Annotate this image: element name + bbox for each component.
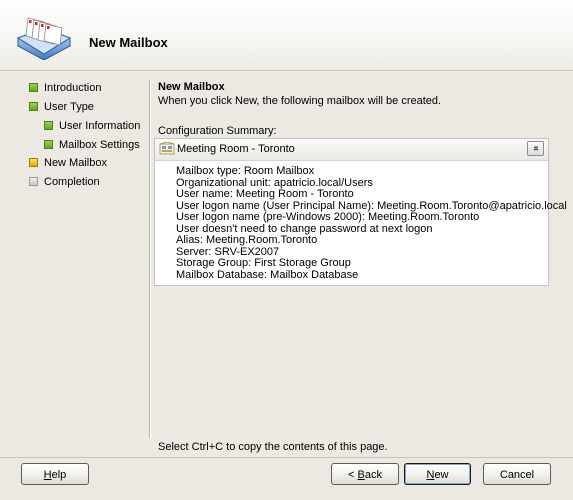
nav-divider-highlight — [150, 80, 151, 438]
back-accel: B — [357, 469, 365, 481]
wizard-header: New Mailbox — [0, 0, 573, 71]
back-label: ack — [364, 469, 382, 481]
page-content: New Mailbox When you click New, the foll… — [158, 81, 553, 108]
help-label: elp — [51, 469, 67, 481]
cancel-button[interactable]: Cancel — [483, 463, 551, 485]
config-summary-panel[interactable]: Meeting Room - Toronto » Mailbox type: R… — [154, 138, 567, 286]
mailbox-stack-icon — [16, 17, 72, 60]
chevron-up-icon: » — [530, 145, 541, 152]
summary-line: Mailbox type: Room Mailbox — [176, 165, 315, 177]
step-label: Completion — [44, 176, 100, 188]
step-label: Introduction — [44, 82, 102, 94]
step-complete-icon — [44, 140, 53, 149]
back-button[interactable]: < Back — [331, 463, 399, 485]
new-label: ew — [434, 469, 449, 481]
summary-line: Alias: Meeting.Room.Toronto — [176, 234, 318, 246]
collapse-button[interactable]: » — [527, 141, 544, 156]
step-completion[interactable]: Completion — [29, 174, 100, 190]
new-button[interactable]: New — [404, 463, 471, 485]
page-title: New Mailbox — [158, 81, 225, 93]
step-mailbox-settings[interactable]: Mailbox Settings — [44, 137, 140, 153]
step-label: User Type — [44, 101, 94, 113]
back-prefix: < — [348, 469, 358, 481]
meeting-room-icon — [159, 142, 175, 155]
summary-line: Storage Group: First Storage Group — [176, 257, 351, 269]
step-complete-icon — [29, 102, 38, 111]
config-summary-label: Configuration Summary: — [158, 125, 277, 137]
page-description: When you click New, the following mailbo… — [158, 95, 442, 107]
footer-divider — [0, 457, 573, 458]
step-current-icon — [29, 158, 38, 167]
step-user-information[interactable]: User Information — [44, 118, 140, 134]
summary-line: Mailbox Database: Mailbox Database — [176, 268, 359, 281]
config-panel-title: Meeting Room - Toronto — [177, 143, 295, 155]
help-accel: H — [43, 469, 52, 481]
summary-line: User logon name (pre-Windows 2000): Meet… — [176, 211, 480, 223]
step-user-type[interactable]: User Type — [29, 99, 94, 115]
step-introduction[interactable]: Introduction — [29, 80, 101, 96]
wizard-title: New Mailbox — [89, 35, 168, 50]
step-pending-icon — [29, 177, 38, 186]
config-panel-header[interactable]: Meeting Room - Toronto » — [155, 139, 548, 161]
copy-hint: Select Ctrl+C to copy the contents of th… — [158, 441, 388, 453]
step-label: User Information — [59, 120, 141, 132]
step-complete-icon — [44, 121, 53, 130]
step-label: Mailbox Settings — [59, 139, 140, 151]
step-complete-icon — [29, 83, 38, 92]
summary-line: User name: Meeting Room - Toronto — [176, 188, 354, 200]
step-label: New Mailbox — [44, 157, 107, 169]
config-panel-body: Mailbox type: Room Mailbox Organizationa… — [176, 165, 567, 281]
help-button[interactable]: Help — [21, 463, 89, 485]
step-new-mailbox[interactable]: New Mailbox — [29, 155, 107, 171]
